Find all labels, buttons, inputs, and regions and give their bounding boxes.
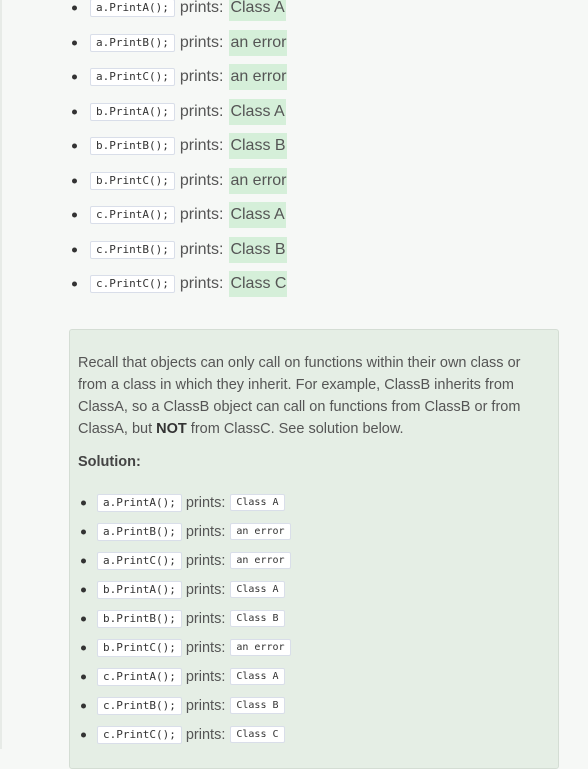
code-snippet: c.PrintB();	[90, 240, 175, 259]
code-snippet: b.PrintC();	[97, 638, 182, 657]
list-item: a.PrintA(); prints: Class A	[82, 488, 291, 517]
code-snippet: b.PrintC();	[90, 171, 175, 190]
solution-value: an error	[230, 523, 291, 540]
solution-value: Class B	[230, 697, 285, 714]
code-snippet: c.PrintC();	[90, 275, 175, 294]
code-snippet: a.PrintA();	[90, 0, 175, 18]
answer-highlight: an error	[229, 167, 288, 194]
solution-value: an error	[230, 552, 291, 569]
answer-highlight: Class A	[229, 0, 286, 22]
solution-value: Class A	[230, 581, 285, 598]
prints-label: prints:	[185, 552, 226, 569]
prints-label: prints:	[185, 523, 226, 540]
code-snippet: c.PrintA();	[97, 667, 182, 686]
answer-highlight: Class C	[229, 271, 288, 298]
answer-highlight: an error	[229, 29, 288, 56]
prints-label: prints:	[185, 610, 226, 627]
prints-label: prints:	[185, 726, 226, 743]
solution-value: Class A	[230, 494, 285, 511]
code-snippet: a.PrintC();	[97, 551, 182, 570]
solution-value: Class A	[230, 668, 285, 685]
list-item: c.PrintB(); prints: Class B	[74, 233, 287, 268]
list-item: c.PrintA(); prints: Class A	[74, 198, 287, 233]
list-item: b.PrintC(); prints: an error	[74, 164, 288, 199]
prints-label: prints:	[179, 33, 224, 51]
content-page: a.PrintA(); prints: Class A a.PrintB(); pri…	[0, 0, 588, 769]
code-snippet: b.PrintB();	[90, 137, 175, 156]
answer-highlight: Class B	[229, 133, 287, 160]
explanation-text: Recall that objects can only call on fun…	[78, 352, 538, 440]
solution-panel: Recall that objects can only call on fun…	[69, 329, 559, 769]
code-snippet: a.PrintA();	[97, 493, 182, 512]
prints-label: prints:	[179, 240, 224, 258]
code-snippet: a.PrintB();	[97, 522, 182, 541]
list-item: a.PrintA(); prints: Class A	[74, 0, 287, 26]
list-item: a.PrintB(); prints: an error	[82, 517, 291, 546]
explanation-emphasis: NOT	[156, 421, 187, 437]
prints-label: prints:	[179, 137, 224, 155]
list-item: a.PrintC(); prints: an error	[82, 546, 291, 575]
prints-label: prints:	[185, 697, 226, 714]
code-snippet: a.PrintC();	[90, 68, 175, 87]
solution-heading: Solution:	[78, 454, 141, 470]
prints-label: prints:	[185, 494, 226, 511]
list-item: b.PrintA(); prints: Class A	[74, 95, 287, 130]
code-snippet: b.PrintA();	[90, 102, 175, 121]
list-item: b.PrintC(); prints: an error	[82, 633, 291, 662]
prints-label: prints:	[179, 68, 224, 86]
solution-value: an error	[230, 639, 291, 656]
code-snippet: a.PrintB();	[90, 33, 175, 52]
list-item: b.PrintA(); prints: Class A	[82, 575, 291, 604]
list-item: b.PrintB(); prints: Class B	[82, 604, 291, 633]
answer-highlight: Class A	[229, 98, 286, 125]
prints-label: prints:	[179, 206, 224, 224]
list-item: c.PrintB(); prints: Class B	[82, 691, 291, 720]
solution-value: Class C	[230, 726, 285, 743]
list-item: c.PrintC(); prints: Class C	[82, 720, 291, 749]
answer-highlight: an error	[229, 64, 288, 91]
solution-value: Class B	[230, 610, 285, 627]
answer-highlight: Class B	[229, 236, 287, 263]
code-snippet: b.PrintA();	[97, 580, 182, 599]
list-item: c.PrintC(); prints: Class C	[74, 267, 288, 302]
prints-label: prints:	[185, 639, 226, 656]
answer-highlight: Class A	[229, 202, 286, 229]
prints-label: prints:	[185, 581, 226, 598]
answer-list: a.PrintA(); prints: Class A a.PrintB(); pri…	[74, 0, 288, 302]
list-item: b.PrintB(); prints: Class B	[74, 129, 287, 164]
code-snippet: c.PrintB();	[97, 696, 182, 715]
list-item: a.PrintB(); prints: an error	[74, 26, 288, 61]
solution-list: a.PrintA(); prints: Class A a.PrintB(); pri…	[82, 488, 291, 749]
prints-label: prints:	[179, 171, 224, 189]
code-snippet: c.PrintA();	[90, 206, 175, 225]
prints-label: prints:	[179, 102, 224, 120]
prints-label: prints:	[185, 668, 226, 685]
prints-label: prints:	[179, 0, 224, 17]
code-snippet: b.PrintB();	[97, 609, 182, 628]
code-snippet: c.PrintC();	[97, 725, 182, 744]
explanation-part: from ClassC. See solution below.	[186, 421, 404, 437]
prints-label: prints:	[179, 275, 224, 293]
list-item: c.PrintA(); prints: Class A	[82, 662, 291, 691]
list-item: a.PrintC(); prints: an error	[74, 60, 288, 95]
